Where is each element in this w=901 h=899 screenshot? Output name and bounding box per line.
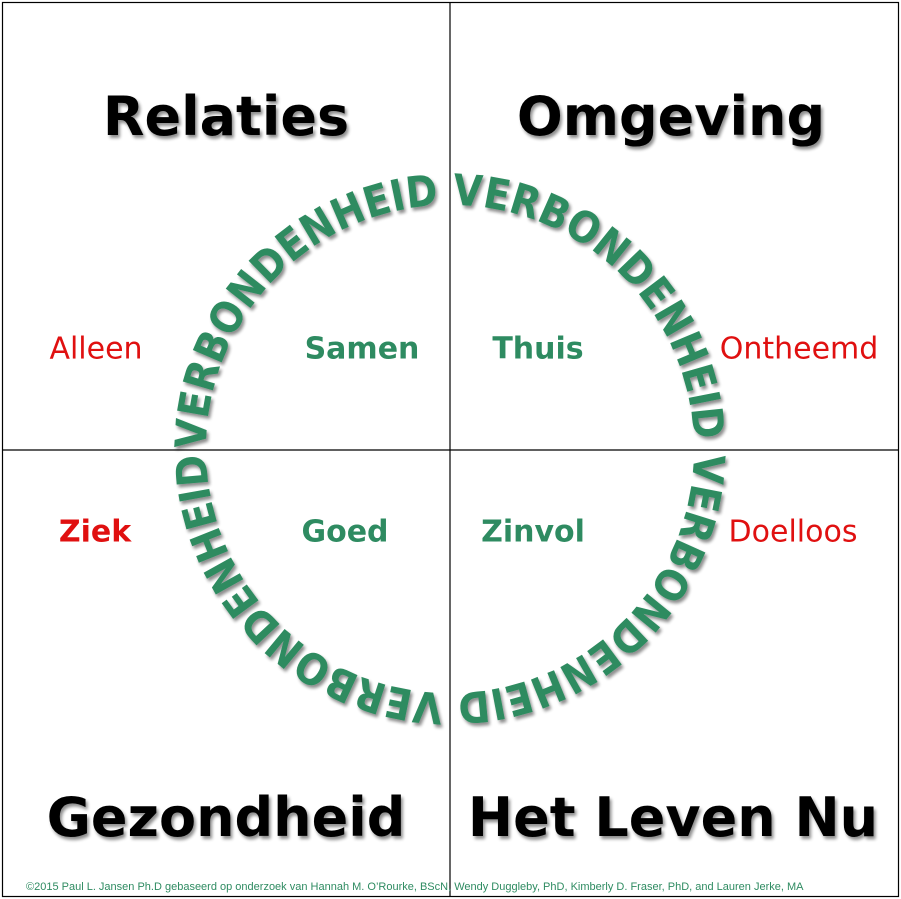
word-ziek: Ziek — [59, 515, 132, 550]
word-alleen: Alleen — [49, 332, 142, 367]
title-omgeving: Omgeving — [517, 85, 825, 148]
word-doelloos: Doelloos — [729, 515, 858, 550]
title-relaties: Relaties — [103, 85, 349, 148]
word-zinvol: Zinvol — [481, 515, 585, 550]
word-thuis: Thuis — [492, 332, 583, 367]
title-het-leven-nu: Het Leven Nu — [468, 786, 878, 849]
copyright-notice: ©2015 Paul L. Jansen Ph.D gebaseerd op o… — [26, 881, 804, 893]
word-samen: Samen — [305, 332, 420, 367]
word-ontheemd: Ontheemd — [720, 332, 879, 367]
word-goed: Goed — [301, 515, 388, 550]
verbondenheid-diagram: Relaties Omgeving Gezondheid Het Leven N… — [1, 1, 900, 898]
title-gezondheid: Gezondheid — [47, 786, 406, 849]
